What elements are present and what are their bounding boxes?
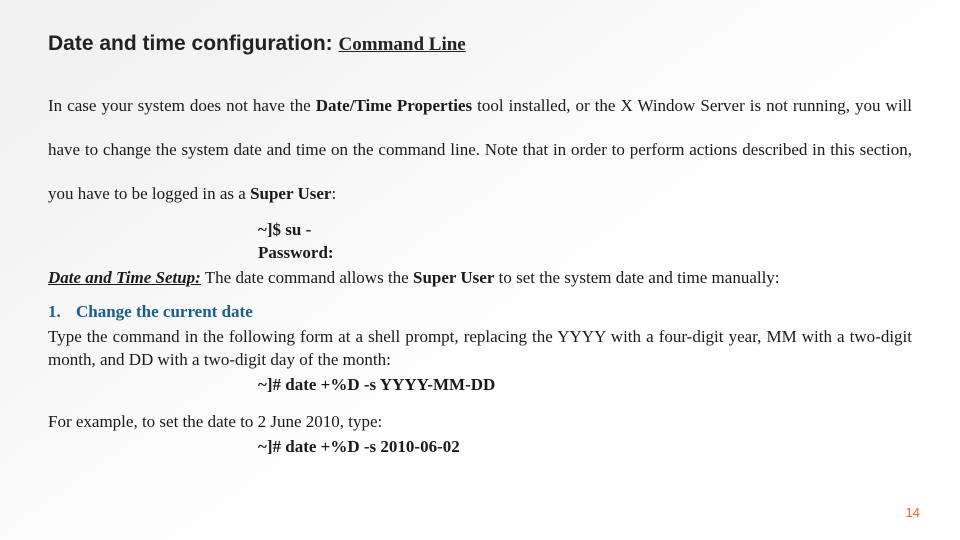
page-title: Date and time configuration: Command Lin… [48,32,912,56]
cmd-su: ~]$ su - [258,219,912,242]
intro-bold-2: Super User [250,184,331,203]
title-sub: Command Line [339,34,466,55]
step-1-command: ~]# date +%D -s YYYY-MM-DD [258,374,912,397]
step-1-heading: 1.Change the current date [48,302,912,322]
setup-label: Date and Time Setup: [48,268,201,287]
intro-pre: In case your system does not have the [48,96,316,115]
example-command: ~]# date +%D -s 2010-06-02 [258,436,912,459]
setup-paragraph: Date and Time Setup: The date command al… [48,266,912,290]
step-1-number: 1. [48,302,76,322]
slide-page: Date and time configuration: Command Lin… [0,0,960,459]
setup-bold: Super User [413,268,494,287]
intro-bold-1: Date/Time Properties [316,96,472,115]
setup-post: to set the system date and time manually… [494,268,779,287]
page-number: 14 [906,505,920,520]
step-1-title: Change the current date [76,302,253,321]
example-text: For example, to set the date to 2 June 2… [48,411,912,434]
cmd-password: Password: [258,242,912,265]
intro-post: : [331,184,336,203]
intro-paragraph: In case your system does not have the Da… [48,84,912,217]
step-1-body: Type the command in the following form a… [48,326,912,372]
setup-pre: The date command allows the [201,268,413,287]
login-commands: ~]$ su - Password: [258,219,912,265]
title-main: Date and time configuration: [48,32,333,55]
